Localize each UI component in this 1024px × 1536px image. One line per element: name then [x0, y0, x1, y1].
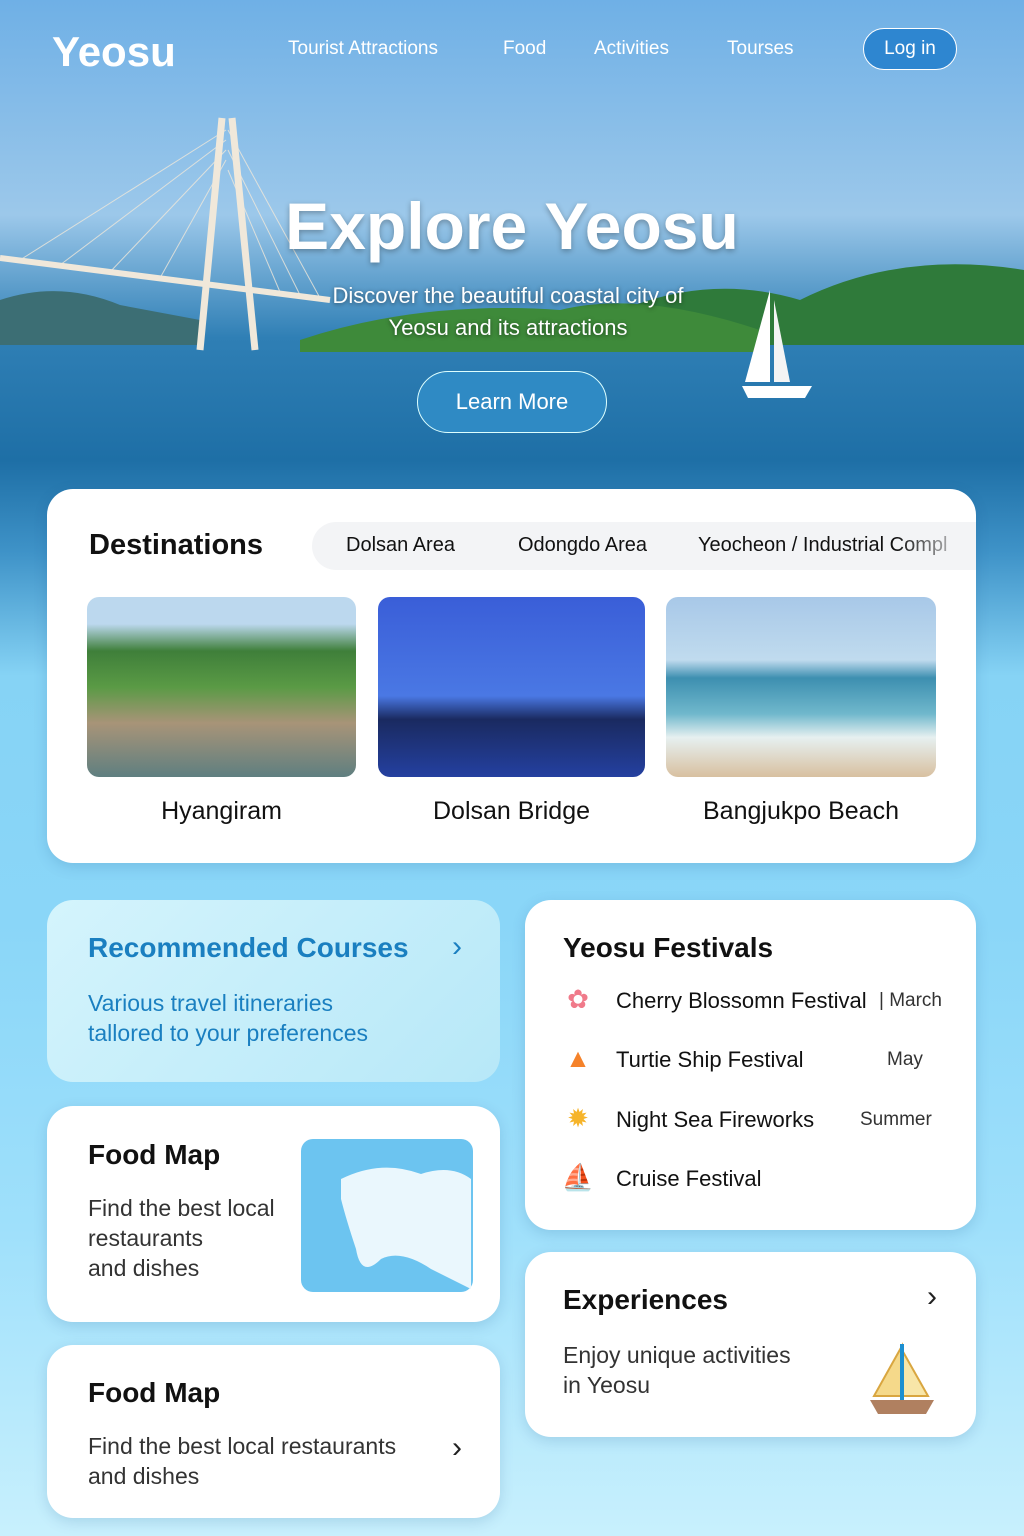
- festival-month: May: [887, 1049, 923, 1070]
- experiences-card[interactable]: Experiences › Enjoy unique activities in …: [525, 1252, 976, 1437]
- hyangiram-photo[interactable]: [87, 597, 356, 777]
- festival-item[interactable]: ⛵ Cruise Festival: [561, 1162, 961, 1198]
- recommended-courses-description: Various travel itineraries tallored to yo…: [88, 988, 368, 1048]
- destinations-title: Destinations: [89, 529, 264, 561]
- festival-name: Cherry Blossomn Festival: [616, 988, 867, 1013]
- sailboat-icon: ⛵: [561, 1162, 595, 1192]
- hero-banner: Yeosu Tourist Attractions Food Activitie…: [0, 0, 1024, 480]
- nav-link-activities[interactable]: Activities: [594, 38, 669, 60]
- food-map-description: Find the best local restaurants and dishe…: [88, 1431, 396, 1491]
- hero-subtitle-line: Yeosu and its attractions: [388, 315, 628, 340]
- festival-month: | March: [879, 990, 943, 1011]
- map-thumbnail[interactable]: [301, 1139, 473, 1292]
- login-button[interactable]: Log in: [863, 28, 957, 70]
- desc-line: restaurants: [88, 1225, 204, 1251]
- chevron-right-icon[interactable]: ›: [927, 1280, 937, 1314]
- tab-dolsan-area[interactable]: Dolsan Area: [346, 534, 455, 557]
- experiences-title: Experiences: [563, 1284, 728, 1315]
- festivals-card: Yeosu Festivals ✿ Cherry Blossomn Festiva…: [525, 900, 976, 1230]
- fireworks-icon: ✹: [567, 1103, 589, 1133]
- food-map-title: Food Map: [88, 1377, 221, 1408]
- food-map-card[interactable]: Food Map Find the best local restaurants a…: [47, 1106, 500, 1322]
- recommended-courses-card[interactable]: Recommended Courses › Various travel iti…: [47, 900, 500, 1082]
- destination-tabs: Dolsan Area Odongdo Area Yeocheon / Indu…: [312, 522, 976, 570]
- desc-line: and dishes: [88, 1255, 200, 1281]
- food-map-title: Food Map: [88, 1139, 221, 1170]
- festival-item[interactable]: ▲ Turtie Ship Festival May: [561, 1043, 961, 1079]
- tab-odongdo-area[interactable]: Odongdo Area: [518, 534, 647, 557]
- destination-name: Bangjukpo Beach: [703, 797, 899, 825]
- sailboat-icon: [870, 1342, 934, 1414]
- site-logo[interactable]: Yeosu: [52, 28, 176, 76]
- food-map-card-secondary[interactable]: Food Map › Find the best local restauran…: [47, 1345, 500, 1518]
- hero-subtitle-line: Discover the beautiful coastal city of: [332, 283, 684, 308]
- festivals-title: Yeosu Festivals: [563, 932, 774, 963]
- desc-line: in Yeosu: [563, 1372, 650, 1398]
- dolsan-bridge-photo[interactable]: [378, 597, 645, 777]
- desc-line: Various travel itineraries: [88, 990, 334, 1016]
- cherry-blossom-icon: ✿: [567, 984, 589, 1014]
- festival-item[interactable]: ✿ Cherry Blossomn Festival | March: [561, 984, 961, 1020]
- nav-link-food[interactable]: Food: [503, 38, 546, 60]
- recommended-courses-title: Recommended Courses: [88, 932, 409, 963]
- hero-subtitle: Discover the beautiful coastal city of Ye…: [0, 280, 1016, 344]
- desc-line: Find the best local: [88, 1195, 275, 1221]
- festival-name: Turtie Ship Festival: [616, 1047, 804, 1072]
- destination-name: Dolsan Bridge: [432, 797, 591, 825]
- destinations-card: Destinations Dolsan Area Odongdo Area Ye…: [47, 489, 976, 863]
- festival-name: Cruise Festival: [616, 1166, 762, 1191]
- learn-more-button[interactable]: Learn More: [417, 371, 607, 433]
- chevron-right-icon[interactable]: ›: [452, 930, 462, 964]
- desc-line: tallored to your preferences: [88, 1020, 368, 1046]
- nav-link-tours[interactable]: Tourses: [727, 38, 794, 60]
- desc-line: Find the best local restaurants: [88, 1433, 397, 1459]
- top-navigation: Yeosu Tourist Attractions Food Activitie…: [0, 28, 1024, 75]
- desc-line: and dishes: [88, 1463, 200, 1489]
- destination-name: Hyangiram: [161, 797, 282, 825]
- food-map-description: Find the best local restaurants and dishes: [88, 1193, 275, 1283]
- festival-month: Summer: [860, 1109, 932, 1130]
- festival-name: Night Sea Fireworks: [616, 1107, 815, 1132]
- festival-item[interactable]: ✹ Night Sea Fireworks Summer: [561, 1103, 961, 1139]
- nav-link-tourist-attractions[interactable]: Tourist Attractions: [288, 38, 438, 60]
- experiences-description: Enjoy unique activities in Yeosu: [563, 1340, 791, 1400]
- turtle-ship-icon: ▲: [565, 1043, 591, 1073]
- hero-title: Explore Yeosu: [285, 189, 739, 263]
- desc-line: Enjoy unique activities: [563, 1342, 791, 1368]
- bangjukpo-beach-photo[interactable]: [666, 597, 936, 777]
- chevron-right-icon[interactable]: ›: [452, 1431, 462, 1465]
